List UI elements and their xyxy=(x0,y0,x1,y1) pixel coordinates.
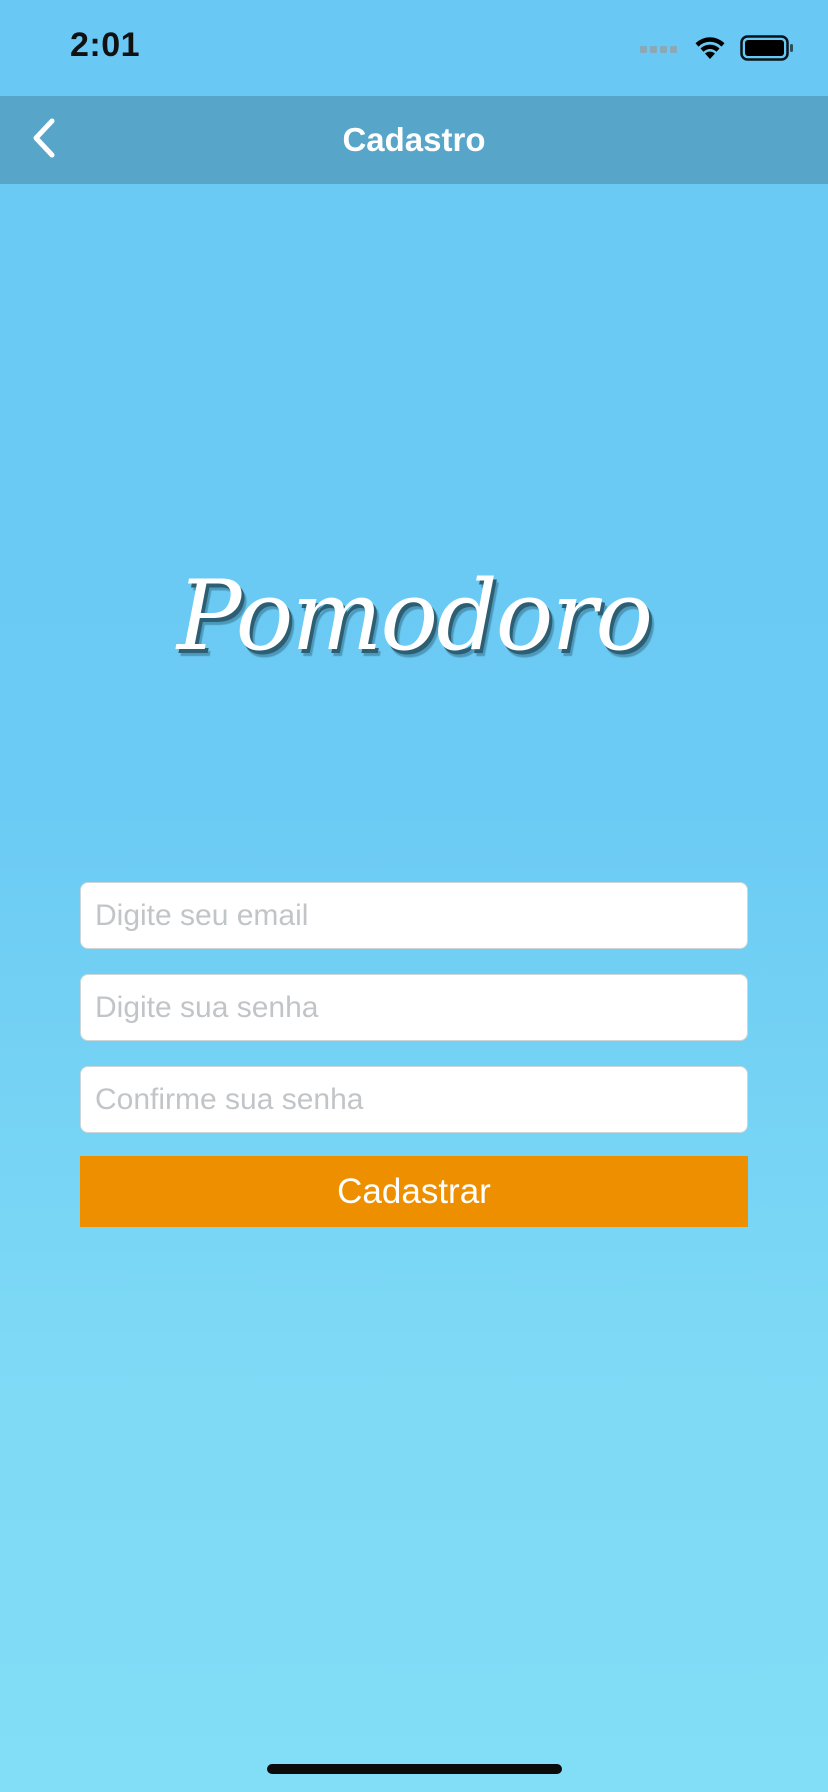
cellular-signal-icon xyxy=(640,41,680,59)
wifi-icon xyxy=(694,35,726,66)
signup-form: Cadastrar xyxy=(80,882,748,1227)
confirm-password-field[interactable] xyxy=(80,1066,748,1133)
status-bar: 2:01 xyxy=(0,0,828,96)
email-field[interactable] xyxy=(80,882,748,949)
password-field[interactable] xyxy=(80,974,748,1041)
back-button[interactable] xyxy=(18,114,70,166)
chevron-left-icon xyxy=(31,117,57,164)
navigation-bar: Cadastro xyxy=(0,96,828,184)
signup-button[interactable]: Cadastrar xyxy=(80,1156,748,1227)
status-time: 2:01 xyxy=(70,26,141,64)
page-title: Cadastro xyxy=(342,121,486,158)
status-icons xyxy=(640,34,794,66)
battery-icon xyxy=(740,34,794,66)
app-logo: Pomodoro xyxy=(176,560,653,672)
home-indicator xyxy=(267,1764,562,1774)
